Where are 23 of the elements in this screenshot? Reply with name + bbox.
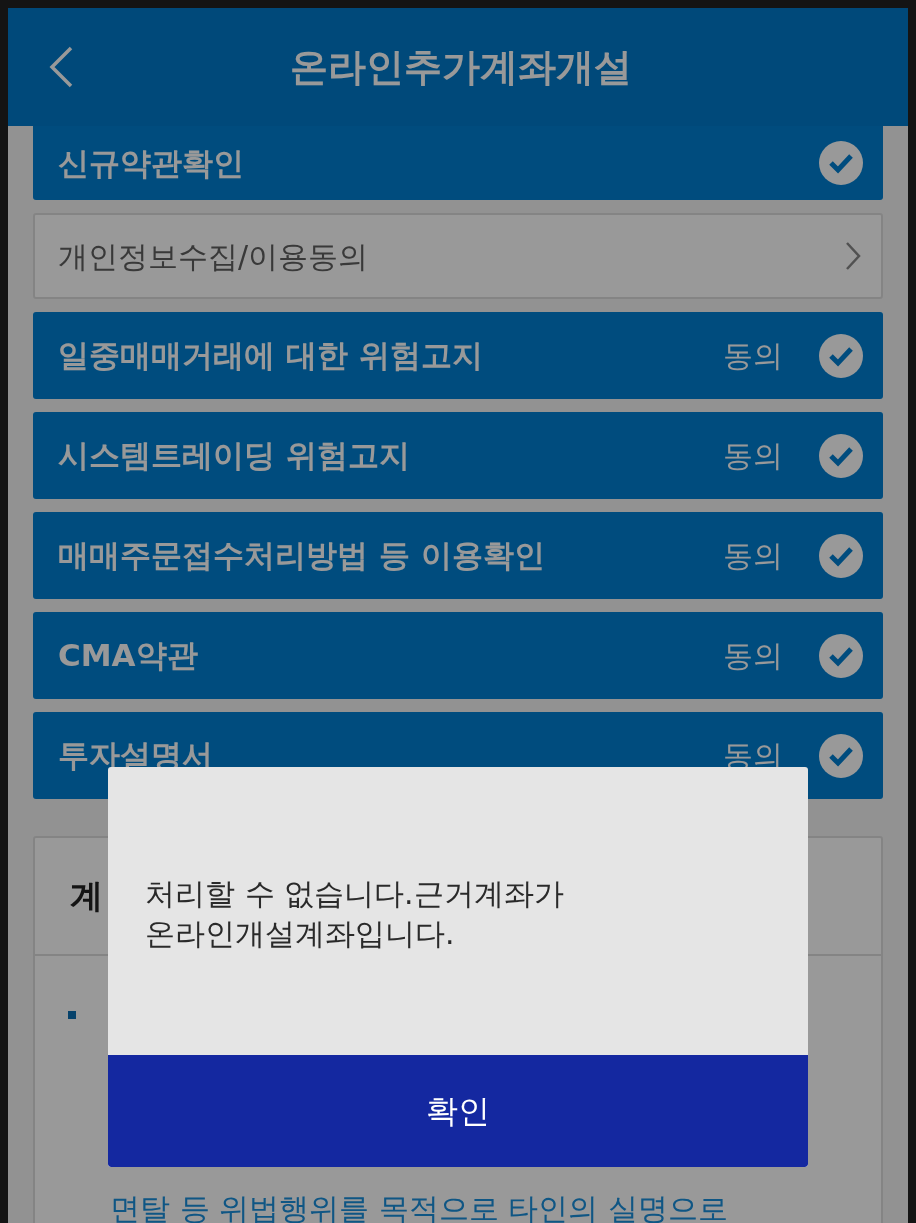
agreement-row[interactable]: 시스템트레이딩 위험고지 동의: [33, 412, 883, 499]
back-icon[interactable]: [48, 45, 74, 89]
row-label: 매매주문접수처리방법 등 이용확인: [58, 536, 546, 576]
page-title: 온라인추가계좌개설: [289, 43, 633, 91]
confirm-button[interactable]: 확인: [108, 1055, 808, 1167]
agree-label: 동의: [723, 437, 783, 475]
chevron-right-icon: [845, 241, 861, 271]
row-label: 시스템트레이딩 위험고지: [58, 436, 411, 476]
agreement-row[interactable]: CMA약관 동의: [33, 612, 883, 699]
row-label: 일중매매거래에 대한 위험고지: [58, 336, 484, 376]
agreement-row[interactable]: 일중매매거래에 대한 위험고지 동의: [33, 312, 883, 399]
link-row[interactable]: 개인정보수집/이용동의: [33, 213, 883, 299]
row-label: 개인정보수집/이용동의: [58, 237, 370, 276]
agreement-row[interactable]: 매매주문접수처리방법 등 이용확인 동의: [33, 512, 883, 599]
body-text: 면탈 등 위법행위를 목적으로 타인의 실명으로: [110, 1190, 729, 1223]
bullet-icon: [68, 1011, 76, 1019]
agreement-row[interactable]: 신규약관확인: [33, 126, 883, 200]
row-label: CMA약관: [58, 636, 199, 676]
agree-label: 동의: [723, 337, 783, 375]
row-label: 신규약관확인: [58, 143, 245, 183]
dialog-message: 처리할 수 없습니다.근거계좌가 온라인개설계좌입니다.: [144, 875, 565, 953]
agree-label: 동의: [723, 537, 783, 575]
agree-label: 동의: [723, 637, 783, 675]
